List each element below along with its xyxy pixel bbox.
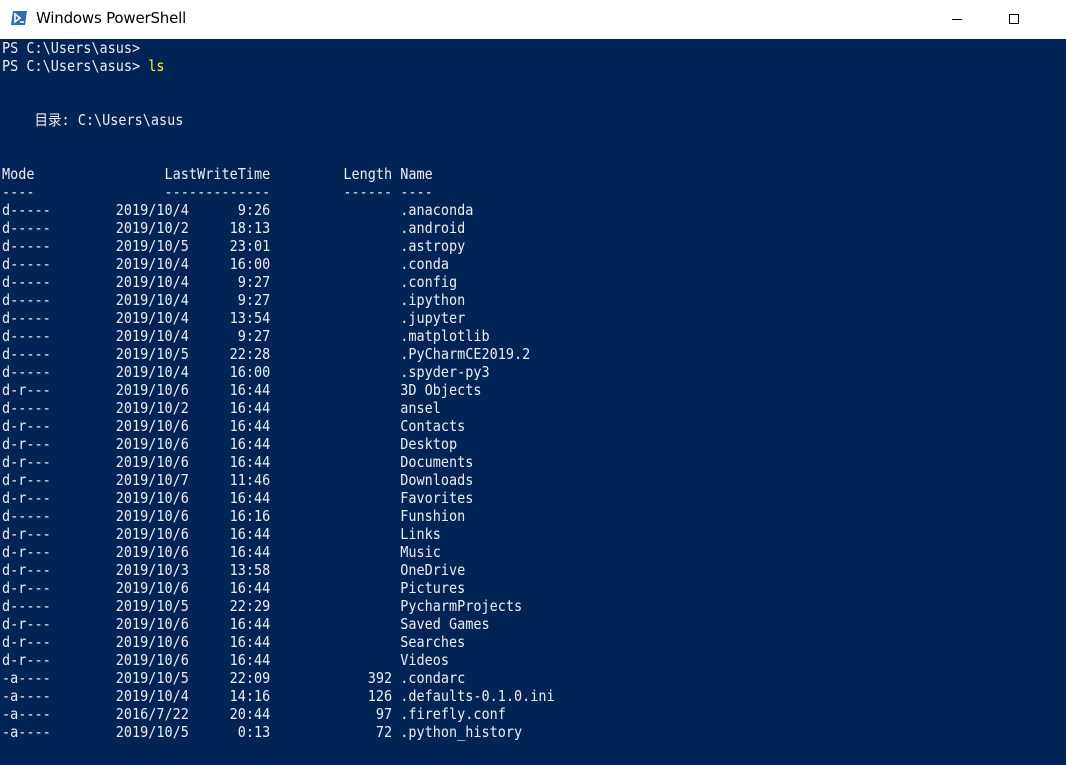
listing-row: d----- 2019/10/6 16:16 Funshion bbox=[2, 507, 466, 525]
listing-row: -a---- 2019/10/5 22:09 392 .condarc bbox=[2, 669, 466, 687]
title-bar[interactable]: Windows PowerShell bbox=[0, 0, 1066, 39]
listing-row: d----- 2019/10/4 9:27 .ipython bbox=[2, 291, 466, 309]
listing-row: d-r--- 2019/10/6 16:44 Links bbox=[2, 525, 441, 543]
window-title: Windows PowerShell bbox=[36, 9, 187, 27]
listing-row: -a---- 2019/10/5 0:13 72 .python_history bbox=[2, 723, 523, 741]
listing-row: -a---- 2019/10/4 14:16 126 .defaults-0.1… bbox=[2, 687, 555, 705]
listing-row: d----- 2019/10/4 9:26 .anaconda bbox=[2, 201, 474, 219]
listing-row: -a---- 2016/7/22 20:44 97 .firefly.conf bbox=[2, 705, 506, 723]
maximize-icon bbox=[1009, 14, 1019, 24]
listing-row: d----- 2019/10/5 22:28 .PyCharmCE2019.2 bbox=[2, 345, 531, 363]
listing-row: d-r--- 2019/10/6 16:44 Desktop bbox=[2, 435, 458, 453]
listing-row: d----- 2019/10/5 22:29 PycharmProjects bbox=[2, 597, 523, 615]
listing-row: d-r--- 2019/10/6 16:44 3D Objects bbox=[2, 381, 482, 399]
minimize-button[interactable] bbox=[934, 0, 980, 39]
listing-row: d-r--- 2019/10/6 16:44 Videos bbox=[2, 651, 450, 669]
listing-row: d-r--- 2019/10/6 16:44 Saved Games bbox=[2, 615, 490, 633]
listing-row: d-r--- 2019/10/6 16:44 Pictures bbox=[2, 579, 466, 597]
listing-separator: ---- ------------- ------ ---- bbox=[2, 183, 433, 201]
listing-row: d----- 2019/10/4 13:54 .jupyter bbox=[2, 309, 466, 327]
console-area[interactable]: PS C:\Users\asus> PS C:\Users\asus> ls 目… bbox=[0, 39, 1066, 765]
prompt-text: PS C:\Users\asus> bbox=[2, 39, 141, 57]
prompt-line: PS C:\Users\asus> bbox=[2, 39, 140, 57]
powershell-icon[interactable] bbox=[10, 10, 28, 26]
listing-row: d----- 2019/10/4 9:27 .config bbox=[2, 273, 458, 291]
prompt-text: PS C:\Users\asus> bbox=[2, 57, 141, 75]
command-line: PS C:\Users\asus> ls bbox=[2, 57, 165, 75]
listing-row: d----- 2019/10/5 23:01 .astropy bbox=[2, 237, 466, 255]
command-text: ls bbox=[148, 57, 165, 75]
listing-row: d-r--- 2019/10/6 16:44 Documents bbox=[2, 453, 474, 471]
listing-header: Mode LastWriteTime Length Name bbox=[2, 165, 433, 183]
listing-row: d----- 2019/10/4 16:00 .conda bbox=[2, 255, 450, 273]
directory-line: 目录: C:\Users\asus bbox=[2, 111, 184, 129]
listing-row: d-r--- 2019/10/6 16:44 Searches bbox=[2, 633, 466, 651]
listing-row: d-r--- 2019/10/6 16:44 Music bbox=[2, 543, 441, 561]
listing-row: d----- 2019/10/2 18:13 .android bbox=[2, 219, 466, 237]
listing-row: d-r--- 2019/10/7 11:46 Downloads bbox=[2, 471, 474, 489]
listing-row: d-r--- 2019/10/3 13:58 OneDrive bbox=[2, 561, 466, 579]
listing-row: d----- 2019/10/4 16:00 .spyder-py3 bbox=[2, 363, 490, 381]
listing-row: d-r--- 2019/10/6 16:44 Contacts bbox=[2, 417, 466, 435]
listing-row: d-r--- 2019/10/6 16:44 Favorites bbox=[2, 489, 474, 507]
powershell-window: Windows PowerShell PS C:\Users\asus> PS … bbox=[0, 0, 1066, 765]
listing-row: d----- 2019/10/2 16:44 ansel bbox=[2, 399, 441, 417]
listing-row: d----- 2019/10/4 9:27 .matplotlib bbox=[2, 327, 490, 345]
minimize-icon bbox=[952, 19, 962, 20]
maximize-button[interactable] bbox=[991, 0, 1037, 39]
